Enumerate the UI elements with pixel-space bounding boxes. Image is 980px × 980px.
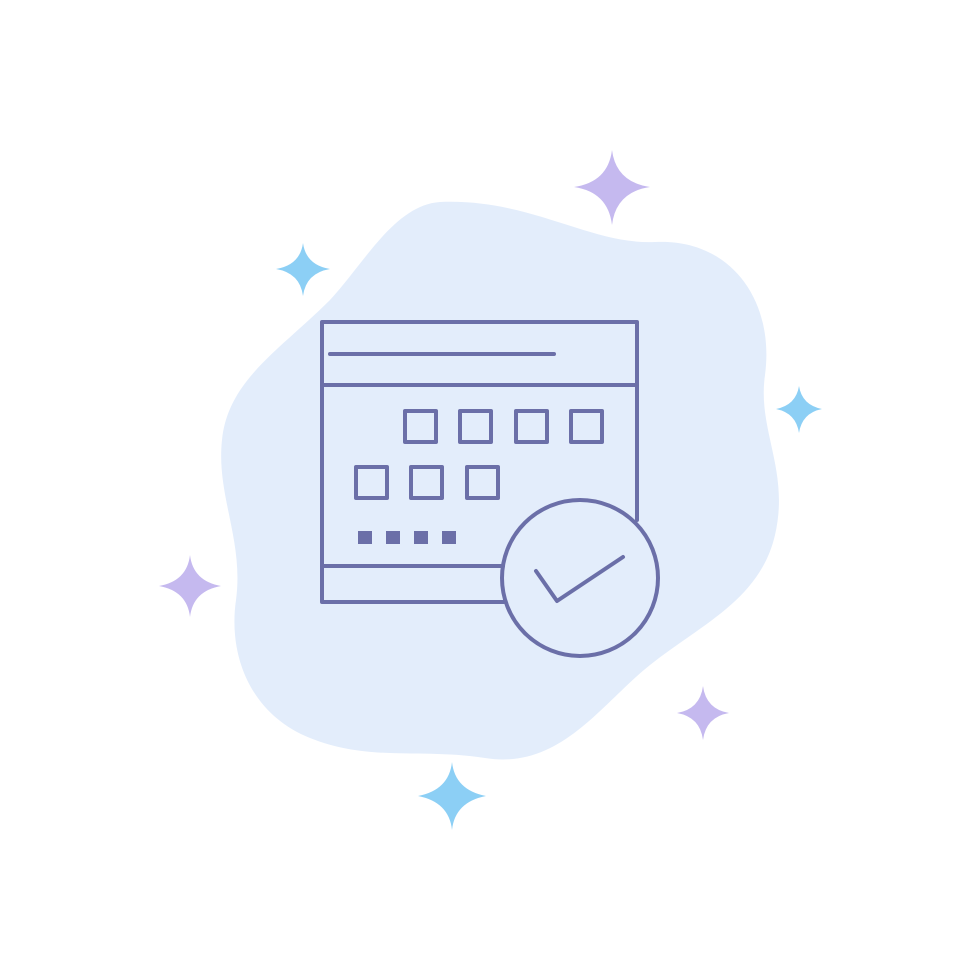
- calendar-dot: [414, 531, 428, 544]
- calendar-dot: [386, 531, 400, 544]
- sparkle-icon: [418, 762, 486, 830]
- sparkle-icon: [159, 555, 221, 617]
- sparkle-icon: [776, 386, 822, 433]
- sparkle-icon: [276, 243, 330, 296]
- icon-illustration: [0, 0, 980, 980]
- calendar-dot: [358, 531, 372, 544]
- calendar-dot: [442, 531, 456, 544]
- sparkle-icon: [677, 686, 729, 740]
- illustration-canvas: [159, 150, 822, 830]
- sparkle-icon: [574, 150, 650, 225]
